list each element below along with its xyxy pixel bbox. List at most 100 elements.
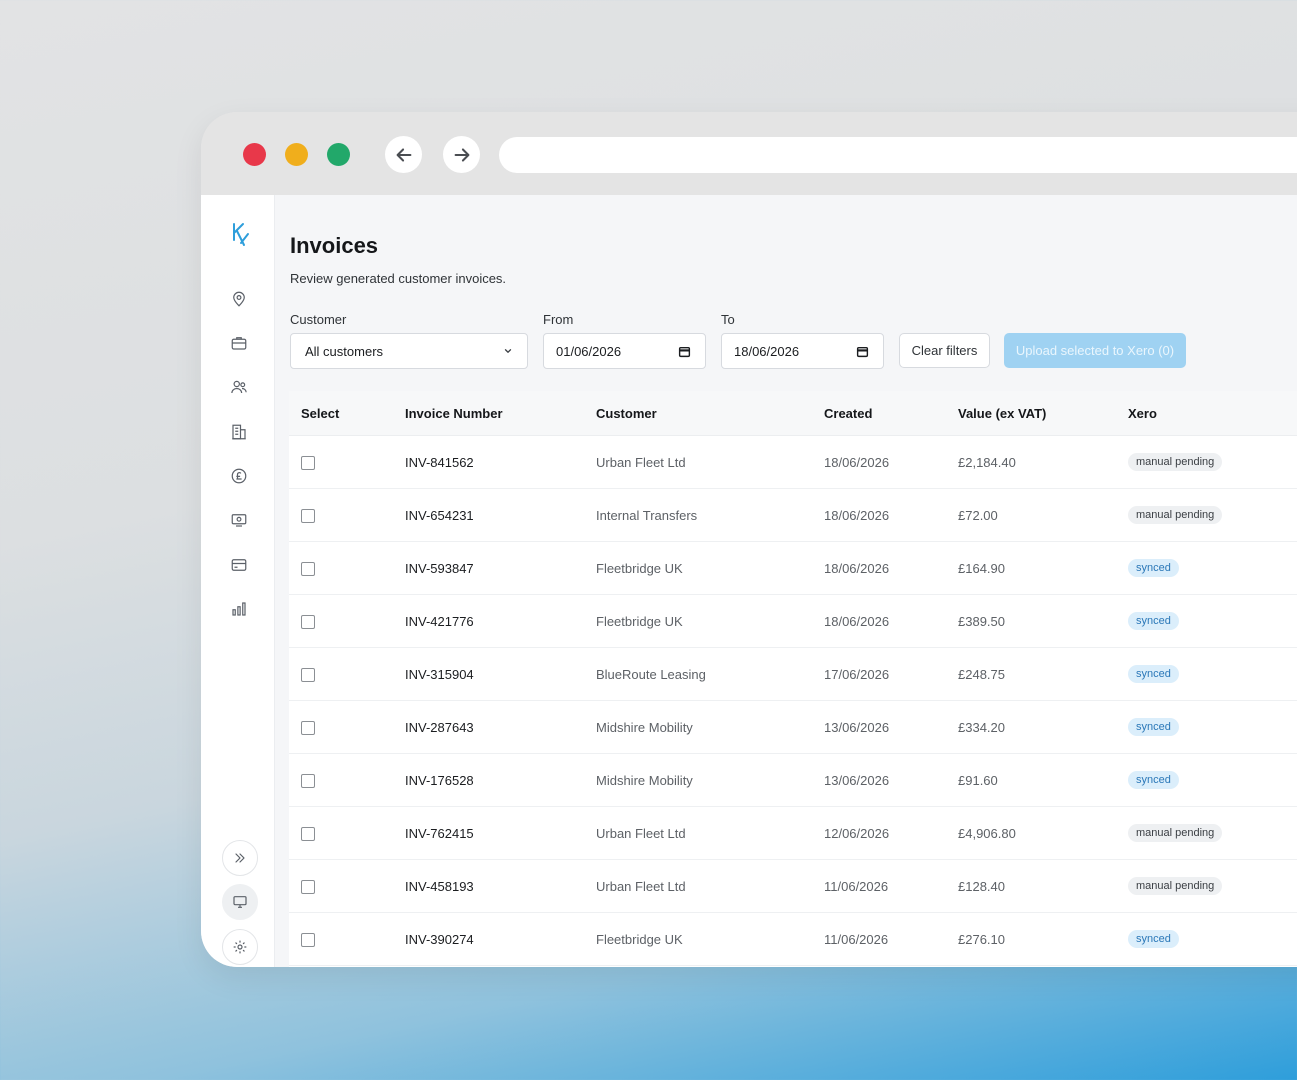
invoice-number[interactable]: INV-762415 [393, 806, 584, 860]
created-date: 13/06/2026 [812, 700, 946, 754]
header-value[interactable]: Value (ex VAT) [946, 391, 1116, 436]
created-date: 11/06/2026 [812, 859, 946, 913]
row-checkbox[interactable] [301, 561, 315, 576]
select-cell [289, 594, 393, 648]
forward-button[interactable] [443, 136, 480, 173]
customer-name: Midshire Mobility [584, 700, 812, 754]
table-row[interactable]: INV-841562 Urban Fleet Ltd 18/06/2026 £2,18… [289, 435, 1297, 489]
table-row[interactable]: INV-421776 Fleetbridge UK 18/06/2026 £389.5… [289, 594, 1297, 648]
table-row[interactable]: INV-654231 Internal Transfers 18/06/2026 £7… [289, 488, 1297, 542]
created-date: 18/06/2026 [812, 435, 946, 489]
select-cell [289, 435, 393, 489]
header-customer[interactable]: Customer [584, 391, 812, 436]
row-checkbox[interactable] [301, 773, 315, 788]
invoices-table-container: Select Invoice Number Customer Created V… [289, 391, 1297, 967]
monitor-money-icon [231, 514, 247, 527]
select-cell [289, 806, 393, 860]
created-date: 11/06/2026 [812, 912, 946, 966]
arrow-right-icon [454, 147, 469, 162]
created-date: 18/06/2026 [812, 594, 946, 648]
table-header-row: Select Invoice Number Customer Created V… [289, 391, 1297, 436]
header-invoice-number[interactable]: Invoice Number [393, 391, 584, 436]
sidebar-item-users[interactable] [227, 375, 251, 399]
xero-cell: synced [1116, 700, 1297, 754]
invoice-number[interactable]: INV-421776 [393, 594, 584, 648]
expand-sidebar-button[interactable] [222, 840, 258, 876]
back-button[interactable] [385, 136, 422, 173]
invoice-number[interactable]: INV-654231 [393, 488, 584, 542]
invoice-value: £128.40 [946, 859, 1116, 913]
invoice-number[interactable]: INV-390274 [393, 912, 584, 966]
to-date-input[interactable]: 18/06/2026 [721, 333, 884, 369]
xero-status-badge: manual pending [1128, 824, 1223, 842]
xero-status-badge: synced [1128, 771, 1179, 789]
customer-name: Midshire Mobility [584, 753, 812, 807]
row-checkbox[interactable] [301, 879, 315, 894]
sidebar-item-billing[interactable] [227, 508, 251, 532]
row-checkbox[interactable] [301, 667, 315, 682]
invoice-number[interactable]: INV-841562 [393, 435, 584, 489]
browser-toolbar [201, 112, 1297, 195]
sidebar-item-payments[interactable] [227, 553, 251, 577]
table-row[interactable]: INV-458193 Urban Fleet Ltd 11/06/2026 £128.… [289, 859, 1297, 913]
clear-filters-button[interactable]: Clear filters [899, 333, 990, 368]
header-xero[interactable]: Xero [1116, 391, 1297, 436]
table-row[interactable]: INV-176528 Midshire Mobility 13/06/2026 £91… [289, 753, 1297, 807]
bar-chart-icon [232, 602, 246, 616]
to-date-label: To [721, 312, 735, 327]
row-checkbox[interactable] [301, 508, 315, 523]
invoice-value: £389.50 [946, 594, 1116, 648]
customer-name: Fleetbridge UK [584, 912, 812, 966]
customer-name: Urban Fleet Ltd [584, 435, 812, 489]
sidebar-item-jobs[interactable] [227, 331, 251, 355]
sidebar-item-reports[interactable] [227, 597, 251, 621]
invoice-number[interactable]: INV-458193 [393, 859, 584, 913]
maximize-window-dot[interactable] [327, 143, 350, 166]
select-cell [289, 753, 393, 807]
row-checkbox[interactable] [301, 720, 315, 735]
xero-status-badge: synced [1128, 559, 1179, 577]
double-chevron-right-icon [235, 853, 245, 863]
card-icon [231, 559, 247, 571]
row-checkbox[interactable] [301, 614, 315, 629]
row-checkbox[interactable] [301, 932, 315, 947]
invoice-number[interactable]: INV-315904 [393, 647, 584, 701]
main-content: Invoices Review generated customer invoi… [275, 195, 1297, 967]
customer-select[interactable]: All customers [290, 333, 528, 369]
invoice-number[interactable]: INV-287643 [393, 700, 584, 754]
xero-cell: synced [1116, 541, 1297, 595]
customer-name: BlueRoute Leasing [584, 647, 812, 701]
invoice-number[interactable]: INV-176528 [393, 753, 584, 807]
address-bar[interactable] [499, 137, 1297, 173]
browser-window: Invoices Review generated customer invoi… [201, 112, 1297, 967]
from-date-input[interactable]: 01/06/2026 [543, 333, 706, 369]
table-row[interactable]: INV-315904 BlueRoute Leasing 17/06/2026 £24… [289, 647, 1297, 701]
sidebar-item-locations[interactable] [227, 287, 251, 311]
display-button[interactable] [222, 884, 258, 920]
select-cell [289, 488, 393, 542]
close-window-dot[interactable] [243, 143, 266, 166]
xero-cell: synced [1116, 912, 1297, 966]
invoice-value: £4,906.80 [946, 806, 1116, 860]
invoice-value: £164.90 [946, 541, 1116, 595]
xero-cell: manual pending [1116, 859, 1297, 913]
table-row[interactable]: INV-762415 Urban Fleet Ltd 12/06/2026 £4,90… [289, 806, 1297, 860]
customer-name: Fleetbridge UK [584, 594, 812, 648]
sidebar-item-pricing[interactable] [227, 464, 251, 488]
xero-cell: manual pending [1116, 806, 1297, 860]
invoice-number[interactable]: INV-593847 [393, 541, 584, 595]
table-row[interactable]: INV-287643 Midshire Mobility 13/06/2026 £33… [289, 700, 1297, 754]
minimize-window-dot[interactable] [285, 143, 308, 166]
table-row[interactable]: INV-390274 Fleetbridge UK 11/06/2026 £276.1… [289, 912, 1297, 966]
page-title: Invoices [290, 233, 379, 258]
header-created[interactable]: Created [812, 391, 946, 436]
xero-cell: synced [1116, 753, 1297, 807]
row-checkbox[interactable] [301, 826, 315, 841]
from-date-label: From [543, 312, 574, 327]
table-row[interactable]: INV-593847 Fleetbridge UK 18/06/2026 £164.9… [289, 541, 1297, 595]
row-checkbox[interactable] [301, 455, 315, 470]
sidebar-item-companies[interactable] [227, 420, 251, 444]
upload-to-xero-button[interactable]: Upload selected to Xero (0) [1004, 333, 1186, 368]
settings-button[interactable] [222, 929, 258, 965]
customer-name: Urban Fleet Ltd [584, 859, 812, 913]
